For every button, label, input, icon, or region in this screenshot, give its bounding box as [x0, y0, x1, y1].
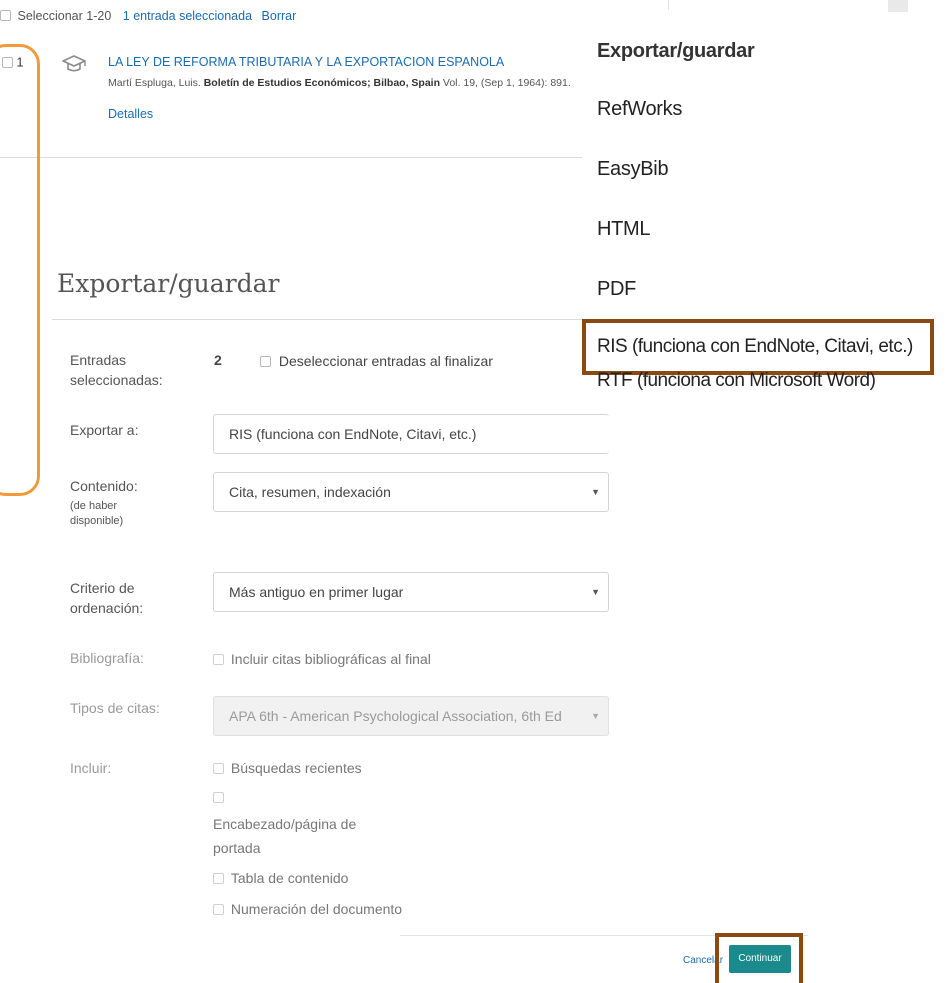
select-all-checkbox[interactable]	[0, 10, 11, 22]
dialog-title: Exportar/guardar	[57, 269, 280, 298]
include-toc[interactable]: Tabla de contenido	[213, 869, 348, 886]
chevron-down-icon: ▼	[591, 587, 600, 597]
result-author: Martí Espluga, Luis.	[108, 77, 201, 89]
sort-label: Criterio de ordenación:	[70, 580, 144, 616]
chevron-down-icon: ▼	[591, 711, 600, 721]
content-note: (de haber disponible)	[70, 500, 124, 527]
highlight-callout	[582, 319, 934, 375]
doc-numbering-label: Numeración del documento	[230, 901, 403, 918]
entries-count: 2	[214, 352, 222, 368]
citation-types-select[interactable]: APA 6th - American Psychological Associa…	[213, 696, 609, 736]
citation-types-label: Tipos de citas:	[70, 700, 160, 716]
sort-select[interactable]: Más antiguo en primer lugar ▼	[213, 572, 609, 612]
highlight-callout	[0, 44, 40, 496]
content-value: Cita, resumen, indexación	[229, 484, 391, 500]
result-journal: Boletín de Estudios Económicos; Bilbao, …	[203, 77, 440, 89]
selection-toolbar: Seleccionar 1-20 1 entrada seleccionada …	[0, 8, 296, 30]
toc-checkbox[interactable]	[213, 872, 224, 884]
export-option-rtf[interactable]: RTF (funciona con Microsoft Word)	[597, 370, 876, 392]
citation-types-value: APA 6th - American Psychological Associa…	[229, 708, 562, 724]
deselect-option[interactable]: Deseleccionar entradas al finalizar	[260, 352, 493, 369]
bibliography-checkbox[interactable]	[213, 653, 224, 665]
result-citation: Martí Espluga, Luis. Boletín de Estudios…	[108, 77, 571, 89]
bibliography-option[interactable]: Incluir citas bibliográficas al final	[213, 650, 431, 667]
divider	[668, 0, 669, 10]
highlight-callout	[715, 933, 803, 983]
divider	[52, 319, 608, 320]
export-option-easybib[interactable]: EasyBib	[597, 158, 669, 181]
chevron-down-icon: ▼	[591, 487, 600, 497]
content-select[interactable]: Cita, resumen, indexación ▼	[213, 472, 609, 512]
export-option-pdf[interactable]: PDF	[597, 278, 636, 301]
recent-searches-label: Búsquedas recientes	[230, 760, 362, 777]
export-menu-header: Exportar/guardar	[597, 40, 755, 62]
scrollbar-stub	[888, 0, 908, 12]
doc-numbering-checkbox[interactable]	[213, 903, 224, 915]
cover-page-checkbox[interactable]	[213, 792, 224, 804]
bibliography-label: Bibliografía:	[70, 650, 144, 666]
select-range-label[interactable]: Seleccionar 1-20	[17, 9, 111, 23]
details-link[interactable]: Detalles	[108, 107, 153, 121]
export-option-refworks[interactable]: RefWorks	[597, 98, 682, 121]
cover-page-label: Encabezado/página de portada	[213, 816, 357, 856]
include-doc-numbering[interactable]: Numeración del documento	[213, 900, 402, 917]
export-to-select[interactable]: RIS (funciona con EndNote, Citavi, etc.)	[213, 414, 609, 454]
bibliography-option-label: Incluir citas bibliográficas al final	[230, 651, 431, 668]
entries-label: Entradas seleccionadas:	[70, 352, 163, 388]
result-volume: Vol. 19, (Sep 1, 1964): 891.	[440, 77, 571, 89]
sort-value: Más antiguo en primer lugar	[229, 584, 404, 600]
include-recent-searches[interactable]: Búsquedas recientes	[213, 759, 362, 776]
result-title-link[interactable]: LA LEY DE REFORMA TRIBUTARIA Y LA EXPORT…	[108, 55, 504, 69]
recent-searches-checkbox[interactable]	[213, 762, 224, 774]
include-label: Incluir:	[70, 760, 112, 776]
deselect-checkbox[interactable]	[260, 355, 271, 367]
content-label: Contenido:	[70, 478, 138, 494]
export-option-html[interactable]: HTML	[597, 218, 651, 241]
cover-page-checkbox-wrap[interactable]	[213, 789, 224, 807]
graduation-cap-icon	[62, 55, 86, 72]
toc-label: Tabla de contenido	[230, 870, 349, 887]
export-to-value: RIS (funciona con EndNote, Citavi, etc.)	[229, 426, 477, 442]
export-to-label: Exportar a:	[70, 422, 139, 438]
divider	[0, 157, 582, 158]
deselect-label: Deseleccionar entradas al finalizar	[278, 353, 493, 370]
clear-selection-link[interactable]: Borrar	[262, 9, 297, 23]
selected-count-link[interactable]: 1 entrada seleccionada	[123, 9, 252, 23]
